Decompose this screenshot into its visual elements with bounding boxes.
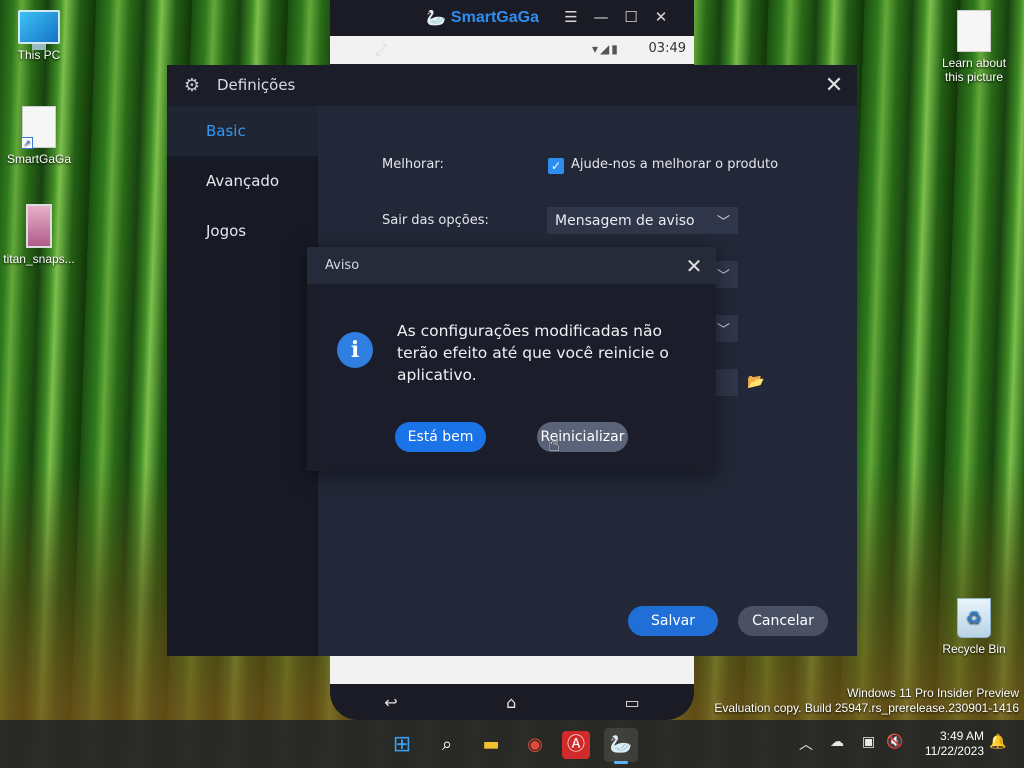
- emulator-brand-label: SmartGaGa: [450, 9, 539, 26]
- sidebar-item-jogos[interactable]: Jogos: [167, 206, 318, 256]
- taskbar: ⊞ ⌕ ▬ ◉ Ⓐ 🦢 ︿ ☁ ▣ 🔇 3:49 AM 11/22/2023 🔔: [0, 720, 1024, 768]
- desktop-icon-label: SmartGaGa: [6, 152, 72, 166]
- info-icon: i: [337, 332, 373, 368]
- recents-icon[interactable]: ▭: [625, 693, 640, 712]
- network-icon[interactable]: ▣: [862, 734, 875, 750]
- watermark-line2: Evaluation copy. Build 25947.rs_prerelea…: [714, 701, 1019, 715]
- modal-close-icon[interactable]: ✕: [682, 254, 706, 278]
- desktop-icon-label: Recycle Bin: [942, 642, 1006, 656]
- file-icon: [957, 10, 991, 52]
- ok-button[interactable]: Está bem: [395, 422, 486, 452]
- taskbar-clock[interactable]: 3:49 AM 11/22/2023: [912, 729, 984, 759]
- image-file-icon: [26, 204, 52, 248]
- cancel-button[interactable]: Cancelar: [738, 606, 828, 636]
- search-icon[interactable]: ⌕: [430, 728, 464, 762]
- emulator-titlebar: 🦢 SmartGaGa ☰ — ☐ ✕: [330, 0, 694, 36]
- maximize-icon[interactable]: ☐: [619, 8, 643, 26]
- hand-cursor-icon: ☝: [548, 432, 561, 456]
- sidebar-item-avancado[interactable]: Avançado: [167, 156, 318, 206]
- desktop-icon-label: titan_snaps...: [3, 252, 75, 266]
- close-icon[interactable]: ✕: [649, 8, 673, 26]
- settings-title: Definições: [217, 76, 296, 94]
- modal-message: As configurações modificadas não terão e…: [397, 322, 669, 384]
- clock-time: 3:49 AM: [939, 729, 984, 743]
- status-time: 03:49: [648, 41, 686, 56]
- cloud-offline-icon[interactable]: ☁: [830, 734, 844, 750]
- gear-icon: ⚙: [183, 75, 201, 96]
- smartgaga-icon[interactable]: 🦢: [604, 728, 638, 764]
- acrobat-icon[interactable]: Ⓐ: [562, 731, 590, 759]
- folder-open-icon[interactable]: 📂: [747, 374, 764, 390]
- shortcut-file-icon: ↗: [21, 106, 56, 149]
- exit-options-label: Sair das opções:: [382, 213, 489, 228]
- fullscreen-icon[interactable]: ⤢: [370, 40, 392, 62]
- chevron-up-icon[interactable]: ︿: [799, 734, 813, 754]
- warning-modal: Aviso ✕ i As configurações modificadas n…: [307, 247, 716, 471]
- desktop-icon-learn-about-picture[interactable]: Learn about this picture: [936, 10, 1012, 84]
- improve-checkbox-label: Ajude-nos a melhorar o produto: [571, 157, 779, 172]
- file-explorer-icon[interactable]: ▬: [474, 728, 508, 762]
- volume-muted-icon[interactable]: 🔇: [886, 734, 903, 750]
- settings-close-icon[interactable]: ✕: [821, 73, 847, 99]
- menu-icon[interactable]: ☰: [559, 8, 583, 26]
- desktop-icon-label: Learn about this picture: [941, 56, 1007, 84]
- notification-bell-icon[interactable]: 🔔: [989, 734, 1006, 750]
- desktop-icon-smartgaga[interactable]: ↗ SmartGaGa: [1, 106, 77, 166]
- modal-title: Aviso: [325, 258, 360, 273]
- desktop-icon-label: This PC: [17, 48, 61, 62]
- chevron-down-icon: ﹀: [716, 323, 730, 338]
- swan-logo-icon: 🦢: [426, 10, 446, 27]
- shortcut-arrow-icon: ↗: [21, 137, 33, 149]
- improve-label: Melhorar:: [382, 157, 444, 172]
- exit-options-select[interactable]: Mensagem de aviso ﹀: [547, 207, 738, 234]
- exit-options-value: Mensagem de aviso: [555, 213, 695, 229]
- desktop-icon-recycle-bin[interactable]: ♻ Recycle Bin: [936, 598, 1012, 656]
- desktop-icon-this-pc[interactable]: This PC: [1, 10, 77, 62]
- android-nav-bar: ↩ ⌂ ▭: [330, 684, 694, 720]
- save-button[interactable]: Salvar: [628, 606, 718, 636]
- recycle-bin-icon: ♻: [957, 598, 991, 638]
- desktop-icon-titan-snapshot[interactable]: titan_snaps...: [1, 204, 77, 266]
- android-screen-bottom: [330, 656, 694, 684]
- home-icon[interactable]: ⌂: [506, 693, 516, 712]
- settings-sidebar: Basic Avançado Jogos: [167, 106, 318, 656]
- chevron-down-icon: ﹀: [716, 269, 730, 284]
- back-icon[interactable]: ↩: [384, 693, 397, 712]
- sidebar-item-basic[interactable]: Basic: [167, 106, 318, 156]
- windows-start-icon[interactable]: ⊞: [385, 728, 419, 762]
- watermark-line1: Windows 11 Pro Insider Preview: [847, 686, 1019, 700]
- modal-titlebar: Aviso ✕: [307, 247, 716, 284]
- settings-titlebar: ⚙ Definições ✕: [167, 65, 857, 106]
- computer-icon: [18, 10, 60, 50]
- minimize-icon[interactable]: —: [589, 8, 613, 26]
- chevron-down-icon: ﹀: [716, 215, 730, 230]
- emulator-brand: 🦢 SmartGaGa: [426, 8, 539, 28]
- improve-checkbox[interactable]: ✓: [548, 158, 564, 174]
- chrome-icon[interactable]: ◉: [518, 728, 552, 762]
- signal-battery-icons: ▾◢▮: [592, 42, 620, 56]
- clock-date: 11/22/2023: [924, 744, 984, 758]
